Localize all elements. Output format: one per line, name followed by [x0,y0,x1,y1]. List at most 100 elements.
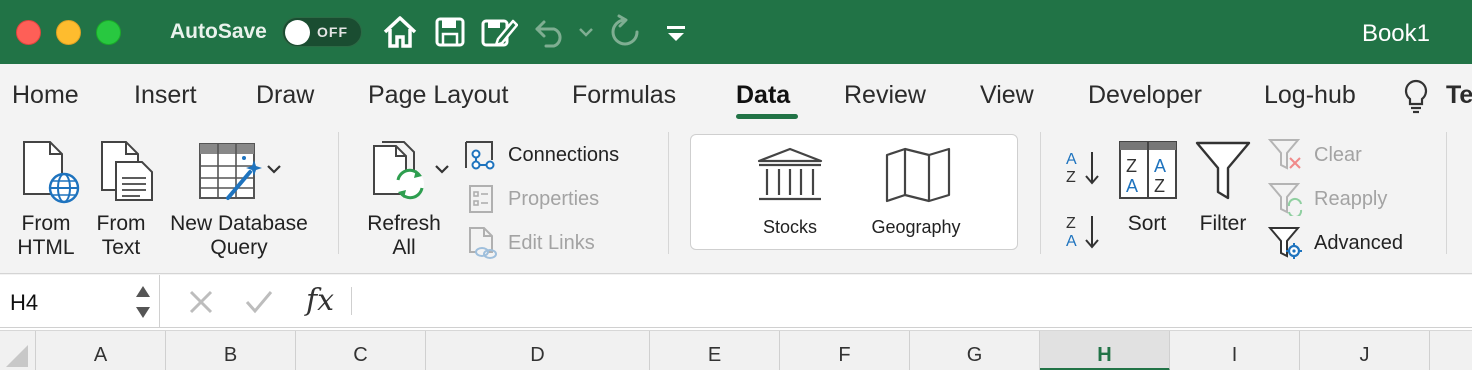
confirm-entry-icon[interactable] [244,289,274,315]
formula-divider [351,287,352,315]
svg-text:Z: Z [1066,215,1076,232]
autosave-label: AutoSave [170,20,267,43]
column-header-b[interactable]: B [166,331,296,370]
from-html-label-1: From [21,212,71,235]
select-all-button[interactable] [0,331,36,370]
active-tab-indicator [736,114,798,119]
stocks-label: Stocks [762,217,818,237]
chevron-down-icon[interactable] [434,164,450,176]
workbook-title: Book1 [1361,20,1430,47]
customize-toolbar-icon[interactable] [664,24,688,44]
filter-label: Filter [1199,212,1247,235]
refresh-all-label-1: Refresh [367,212,441,235]
group-separator [338,132,339,254]
zoom-window-button[interactable] [96,20,121,45]
ribbon-data: From HTML From Text New Database Query R… [0,124,1472,274]
svg-text:A: A [1126,176,1138,196]
new-db-query-label-2: Query [210,236,268,259]
autosave-toggle[interactable]: OFF [282,17,362,47]
column-header-i[interactable]: I [1170,331,1300,370]
advanced-label: Advanced [1314,232,1403,254]
chevron-down-icon[interactable] [266,164,282,176]
filter-funnel-icon [1195,141,1251,200]
sort-icon: Z A A Z [1119,141,1177,199]
cancel-entry-icon[interactable] [188,289,214,315]
properties-icon [469,185,493,213]
refresh-all-icon [373,141,424,200]
tab-page-layout[interactable]: Page Layout [368,81,508,110]
clear-filter-icon [1268,139,1301,170]
group-separator [1040,132,1041,254]
tab-draw[interactable]: Draw [256,81,314,110]
from-html-icon [23,141,80,204]
name-box-up-arrow-icon[interactable] [136,286,150,297]
tell-me-label[interactable]: Te [1446,81,1472,110]
column-header-e[interactable]: E [650,331,780,370]
column-headers: A B C D E F G H I J [0,330,1472,370]
clear-label: Clear [1314,144,1362,166]
edit-save-icon[interactable] [480,15,518,49]
from-text-label-1: From [96,212,146,235]
svg-text:Z: Z [1066,169,1076,186]
tab-view[interactable]: View [980,81,1034,110]
toggle-knob [285,20,310,45]
svg-text:A: A [1066,151,1077,168]
geography-map-icon [885,147,951,203]
tab-formulas[interactable]: Formulas [572,81,676,110]
sort-descending-icon[interactable]: Z A [1064,212,1104,252]
stocks-icon [757,147,823,201]
ribbon-tabs: Home Insert Draw Page Layout Formulas Da… [0,64,1472,124]
sort-ascending-icon[interactable]: A Z [1064,148,1104,188]
minimize-window-button[interactable] [56,20,81,45]
connections-icon [465,141,495,170]
tab-insert[interactable]: Insert [134,81,197,110]
tab-data[interactable]: Data [736,81,790,110]
advanced-filter-icon [1268,227,1302,259]
column-header-a[interactable]: A [36,331,166,370]
data-types-gallery: Stocks Geography [690,134,1018,250]
svg-text:A: A [1066,233,1077,250]
undo-icon[interactable] [534,18,568,48]
undo-dropdown-icon[interactable] [578,26,594,38]
group-separator [668,132,669,254]
svg-text:Z: Z [1154,176,1165,196]
column-header-j[interactable]: J [1300,331,1430,370]
tab-developer[interactable]: Developer [1088,81,1202,110]
home-icon[interactable] [382,14,418,50]
insert-function-button[interactable]: fx [306,283,334,318]
properties-label: Properties [508,188,600,210]
reapply-label: Reapply [1314,188,1388,210]
formula-input[interactable] [370,289,1460,315]
refresh-all-label-2: All [392,236,416,259]
edit-links-label: Edit Links [508,232,595,254]
new-db-query-label-1: New Database [170,212,308,235]
tab-review[interactable]: Review [844,81,926,110]
formula-bar: H4 fx [0,274,1472,328]
name-box-value: H4 [10,290,39,315]
column-header-c[interactable]: C [296,331,426,370]
from-text-icon [101,141,153,201]
select-all-triangle-icon [6,345,28,367]
save-icon[interactable] [434,16,466,48]
close-window-button[interactable] [16,20,41,45]
formula-input-area: fx [160,275,1472,327]
from-html-label-2: HTML [17,236,75,259]
autosave-state: OFF [317,24,348,40]
column-header-g[interactable]: G [910,331,1040,370]
column-header-f[interactable]: F [780,331,910,370]
sort-label: Sort [1127,212,1167,235]
name-box[interactable]: H4 [0,275,160,327]
redo-icon[interactable] [608,14,642,50]
title-bar: AutoSave OFF Book1 [0,0,1472,64]
tab-log-hub[interactable]: Log-hub [1264,81,1356,110]
connections-label: Connections [508,144,620,166]
name-box-down-arrow-icon[interactable] [136,307,150,318]
database-query-icon [199,143,262,200]
column-header-d[interactable]: D [426,331,650,370]
column-header-h[interactable]: H [1040,331,1170,370]
tab-home[interactable]: Home [12,81,79,110]
svg-text:A: A [1154,156,1166,176]
reapply-filter-icon [1268,183,1303,216]
lightbulb-icon[interactable] [1402,78,1430,114]
from-text-label-2: Text [101,236,141,259]
